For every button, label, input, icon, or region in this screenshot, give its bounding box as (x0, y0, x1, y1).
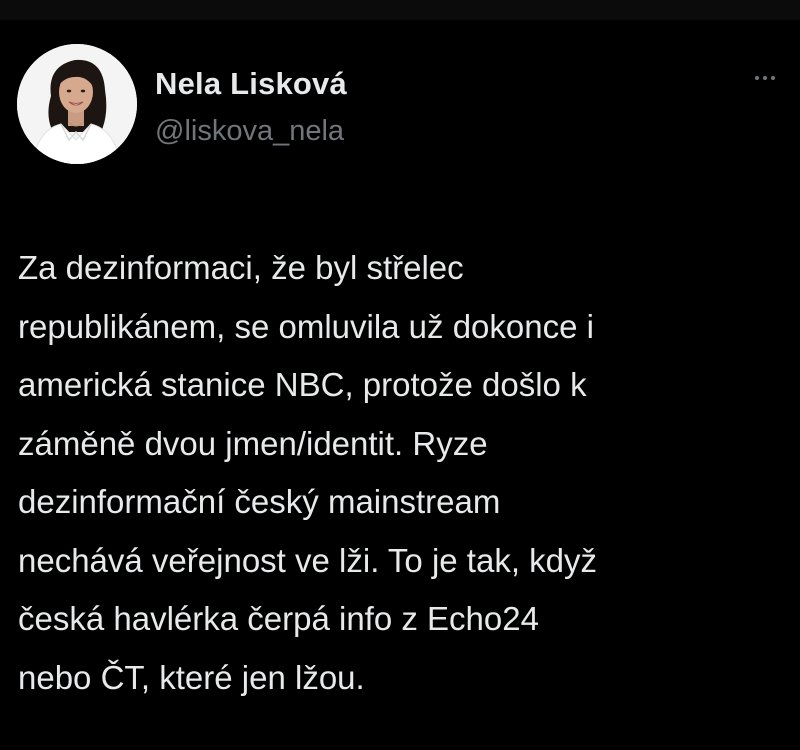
tweet-card: Nela Lisková @liskova_nela Za dezinforma… (0, 20, 800, 750)
tweet-text-line: Za dezinformaci, že byl střelec (18, 249, 464, 286)
tweet-text-line: dezinformační český mainstream (18, 483, 501, 520)
tweet-text-line: česká havlérka čerpá info z Echo24 (18, 600, 539, 637)
author-display-name[interactable]: Nela Lisková (155, 66, 347, 102)
more-options-button[interactable] (746, 67, 784, 89)
tweet-text-line: americká stanice NBC, protože došlo k (18, 366, 587, 403)
author-avatar[interactable] (17, 44, 137, 164)
tweet-text-line: záměně dvou jmen/identit. Ryze (18, 424, 488, 462)
tweet-text-line: nebo ČT, které jen lžou. (18, 658, 365, 696)
tweet-text-line: republikánem, se omluvila už dokonce i (18, 307, 594, 345)
tweet-text-line: nechává veřejnost ve lži. To je tak, kdy… (18, 541, 598, 579)
profile-photo-icon (17, 44, 137, 164)
tweet-text: Za dezinformaci, že byl střelec republik… (18, 239, 788, 707)
top-divider-strip (0, 0, 800, 20)
more-dot (755, 76, 759, 80)
author-handle[interactable]: @liskova_nela (155, 115, 344, 148)
more-dot (763, 76, 767, 80)
more-dot (771, 76, 775, 80)
